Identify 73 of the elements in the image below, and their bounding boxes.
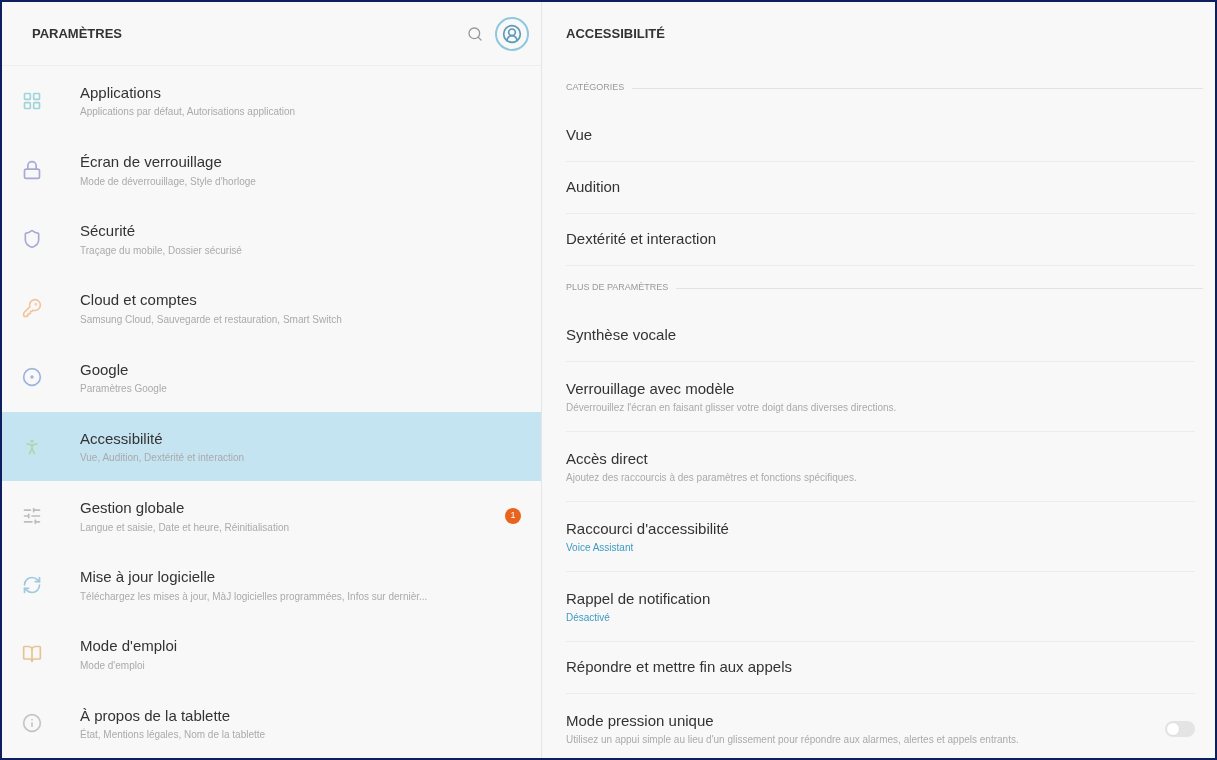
book-icon — [22, 644, 42, 665]
search-icon[interactable] — [467, 25, 483, 42]
item-title: Applications — [80, 82, 162, 103]
item-title: Dextérité et interaction — [566, 229, 718, 250]
item-subtitle: Téléchargez les mises à jour, MàJ logicielles programmées, Infos sur dernièr... — [80, 589, 429, 604]
section-label: CATÉGORIES — [566, 81, 625, 95]
apps-icon — [22, 90, 42, 111]
item-subtitle: Utilisez un appui simple au lieu d'un glissement pour répondre aux alarmes, alertes et appels entrants. — [566, 733, 1020, 748]
item-subtitle: Samsung Cloud, Sauvegarde et restauration, Smart Switch — [80, 312, 343, 327]
item-value: Voice Assistant — [566, 541, 635, 556]
item-title: Gestion globale — [80, 498, 186, 519]
settings-item[interactable]: Verrouillage avec modèle Déverrouillez l'écran en faisant glisser votre doigt dans diverses directions. — [566, 362, 1195, 432]
item-title: Google — [80, 359, 130, 380]
settings-item[interactable]: Mode d'emploi Mode d'emploi — [2, 619, 541, 689]
info-icon — [22, 713, 42, 734]
item-title: Rappel de notification — [566, 588, 712, 609]
item-subtitle: Mode de déverrouillage, Style d'horloge — [80, 174, 257, 189]
item-subtitle: Mode d'emploi — [80, 658, 146, 673]
item-subtitle: Applications par défaut, Autorisations application — [80, 105, 297, 120]
settings-item[interactable]: Vue — [566, 110, 1195, 162]
settings-item[interactable]: Cloud et comptes Samsung Cloud, Sauvegarde et restauration, Smart Switch — [2, 273, 541, 343]
item-title: Cloud et comptes — [80, 290, 198, 311]
panel-title: PARAMÈTRES — [32, 24, 124, 43]
settings-item[interactable]: Sécurité Traçage du mobile, Dossier sécurisé — [2, 204, 541, 274]
item-title: Mode pression unique — [566, 710, 715, 731]
settings-item[interactable]: Raccourci d'accessibilité Voice Assistant — [566, 502, 1195, 572]
item-title: Sécurité — [80, 221, 137, 242]
settings-item[interactable]: Mode pression unique Utilisez un appui simple au lieu d'un glissement pour répondre aux alarmes, alertes et appels entrants. — [566, 694, 1195, 760]
settings-item[interactable]: Google Paramètres Google — [2, 342, 541, 412]
section-label: PLUS DE PARAMÈTRES — [566, 281, 669, 295]
refresh-icon — [22, 575, 42, 595]
shield-icon — [22, 229, 42, 249]
account-button[interactable] — [495, 16, 529, 51]
settings-item[interactable]: Dextérité et interaction — [566, 214, 1195, 266]
settings-item[interactable]: Audition — [566, 162, 1195, 214]
notification-badge: 1 — [505, 507, 521, 524]
toggle-switch[interactable] — [1165, 720, 1195, 737]
lock-icon — [22, 159, 42, 180]
settings-item[interactable]: Accès direct Ajoutez des raccourcis à des paramètres et fonctions spécifiques. — [566, 432, 1195, 502]
settings-item[interactable]: Synthèse vocale — [566, 310, 1195, 362]
item-subtitle: Déverrouillez l'écran en faisant glisser votre doigt dans diverses directions. — [566, 401, 898, 416]
item-subtitle: Vue, Audition, Dextérité et interaction — [80, 451, 246, 466]
sliders-icon — [22, 505, 42, 526]
item-title: Mode d'emploi — [80, 636, 179, 657]
settings-item[interactable]: Écran de verrouillage Mode de déverrouillage, Style d'horloge — [2, 135, 541, 205]
item-title: Audition — [566, 177, 622, 198]
key-icon — [22, 298, 42, 319]
item-title: Mise à jour logicielle — [80, 567, 217, 588]
item-subtitle: Paramètres Google — [80, 382, 168, 397]
circle-icon — [22, 367, 42, 388]
item-title: Accessibilité — [80, 428, 164, 449]
user-icon — [502, 23, 522, 44]
item-subtitle: Traçage du mobile, Dossier sécurisé — [80, 243, 243, 258]
panel-title: ACCESSIBILITÉ — [566, 25, 665, 44]
item-title: Écran de verrouillage — [80, 152, 223, 173]
item-subtitle: Langue et saisie, Date et heure, Réinitialisation — [80, 520, 291, 535]
settings-item[interactable]: Mise à jour logicielle Téléchargez les mises à jour, MàJ logicielles programmées, Infos sur dernièr... — [2, 550, 541, 620]
item-title: Raccourci d'accessibilité — [566, 518, 730, 539]
item-subtitle: État, Mentions légales, Nom de la tablette — [80, 727, 267, 743]
item-title: Vue — [566, 125, 594, 146]
item-title: Accès direct — [566, 448, 649, 469]
settings-item[interactable]: À propos de la tablette État, Mentions légales, Nom de la tablette — [2, 688, 541, 759]
item-title: À propos de la tablette — [80, 705, 232, 726]
item-value: Désactivé — [566, 611, 611, 626]
item-subtitle: Ajoutez des raccourcis à des paramètres et fonctions spécifiques. — [566, 471, 858, 486]
settings-item[interactable]: Répondre et mettre fin aux appels — [566, 642, 1195, 694]
item-title: Répondre et mettre fin aux appels — [566, 657, 793, 678]
settings-item[interactable]: Gestion globale Langue et saisie, Date et heure, Réinitialisation 1 — [2, 481, 541, 551]
settings-item[interactable]: Rappel de notification Désactivé — [566, 572, 1195, 642]
settings-item[interactable]: Applications Applications par défaut, Autorisations application — [2, 66, 541, 136]
item-title: Verrouillage avec modèle — [566, 378, 736, 399]
settings-item[interactable]: Accessibilité Vue, Audition, Dextérité et interaction — [2, 412, 541, 482]
item-title: Synthèse vocale — [566, 325, 678, 346]
